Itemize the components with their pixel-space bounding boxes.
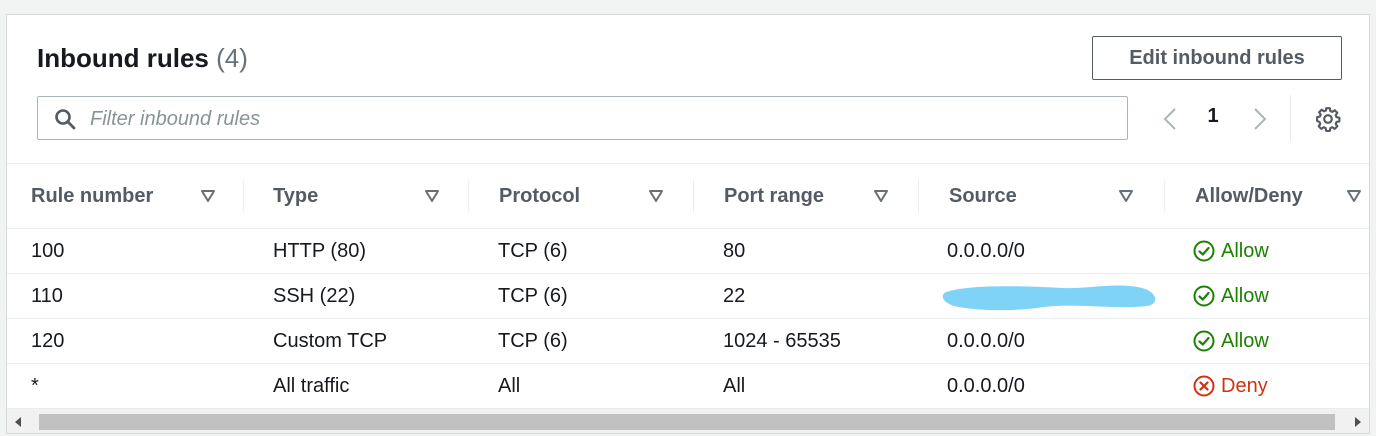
column-label: Source bbox=[949, 184, 1017, 207]
sort-down-icon bbox=[425, 190, 439, 202]
port-range-cell: All bbox=[723, 374, 746, 397]
source-cell: 0.0.0.0/0 bbox=[947, 239, 1025, 262]
type-cell: Custom TCP bbox=[273, 329, 388, 352]
previous-page-icon[interactable] bbox=[1159, 103, 1183, 135]
type-cell: HTTP (80) bbox=[273, 239, 366, 262]
column-divider bbox=[243, 180, 244, 212]
next-page-icon[interactable] bbox=[1247, 103, 1271, 135]
gear-icon[interactable] bbox=[1315, 106, 1341, 132]
title-text: Inbound rules bbox=[37, 43, 209, 73]
type-cell: All traffic bbox=[273, 374, 350, 397]
table-row[interactable]: 100 HTTP (80) TCP (6) 80 0.0.0.0/0 Allow bbox=[7, 229, 1369, 274]
source-cell: 0.0.0.0/0 bbox=[947, 374, 1025, 397]
column-divider bbox=[693, 180, 694, 212]
table-header: Rule number Type Protocol Port range Sou… bbox=[7, 163, 1369, 229]
column-label: Port range bbox=[724, 184, 825, 207]
horizontal-scrollbar[interactable] bbox=[7, 409, 1369, 433]
x-circle-icon bbox=[1193, 375, 1215, 397]
redaction-scribble bbox=[942, 285, 1156, 311]
port-range-cell: 1024 - 65535 bbox=[723, 329, 841, 352]
status-label: Allow bbox=[1221, 329, 1269, 352]
inbound-rules-panel: Inbound rules (4) Edit inbound rules 1 R… bbox=[6, 14, 1370, 434]
rule-count: (4) bbox=[216, 43, 248, 73]
column-divider bbox=[468, 180, 469, 212]
rule-number-cell: 120 bbox=[31, 329, 65, 352]
sort-down-icon bbox=[201, 190, 215, 202]
status-label: Allow bbox=[1221, 284, 1269, 307]
check-circle-icon bbox=[1193, 285, 1215, 307]
protocol-cell: TCP (6) bbox=[498, 329, 568, 352]
column-label: Allow/Deny bbox=[1195, 184, 1303, 207]
rule-number-cell: * bbox=[31, 374, 39, 397]
column-header-rule-number[interactable]: Rule number bbox=[31, 164, 221, 228]
column-divider bbox=[1164, 180, 1165, 212]
column-header-type[interactable]: Type bbox=[273, 164, 445, 228]
check-circle-icon bbox=[1193, 240, 1215, 262]
port-range-cell: 80 bbox=[723, 239, 746, 262]
sort-down-icon bbox=[649, 190, 663, 202]
column-label: Protocol bbox=[499, 184, 581, 207]
column-header-allow-deny[interactable]: Allow/Deny bbox=[1195, 164, 1365, 228]
rule-number-cell: 110 bbox=[31, 284, 63, 307]
column-divider bbox=[918, 180, 919, 212]
source-cell: 0.0.0.0/0 bbox=[947, 329, 1025, 352]
status-label: Allow bbox=[1221, 239, 1269, 262]
current-page-number[interactable]: 1 bbox=[1203, 105, 1223, 128]
sort-down-icon bbox=[1347, 190, 1361, 202]
rule-number-cell: 100 bbox=[31, 239, 65, 262]
column-header-protocol[interactable]: Protocol bbox=[499, 164, 669, 228]
scroll-right-icon[interactable] bbox=[1353, 416, 1363, 428]
status-label: Deny bbox=[1221, 374, 1268, 397]
allow-status: Allow bbox=[1193, 274, 1269, 318]
table-row[interactable]: 110 SSH (22) TCP (6) 22 Allow bbox=[7, 274, 1369, 319]
column-header-port-range[interactable]: Port range bbox=[724, 164, 894, 228]
type-cell: SSH (22) bbox=[273, 284, 356, 307]
check-circle-icon bbox=[1193, 330, 1215, 352]
table-row[interactable]: * All traffic All All 0.0.0.0/0 Deny bbox=[7, 364, 1369, 409]
divider bbox=[1290, 95, 1291, 141]
sort-down-icon bbox=[1119, 190, 1133, 202]
filter-field[interactable] bbox=[37, 96, 1128, 140]
protocol-cell: All bbox=[498, 374, 521, 397]
allow-status: Allow bbox=[1193, 229, 1269, 273]
scroll-left-icon[interactable] bbox=[13, 416, 23, 428]
column-label: Type bbox=[273, 184, 319, 207]
page-title: Inbound rules (4) bbox=[37, 43, 248, 74]
port-range-cell: 22 bbox=[723, 284, 746, 307]
deny-status: Deny bbox=[1193, 364, 1268, 408]
protocol-cell: TCP (6) bbox=[498, 239, 568, 262]
edit-inbound-rules-button[interactable]: Edit inbound rules bbox=[1092, 36, 1342, 80]
scrollbar-thumb[interactable] bbox=[39, 414, 1335, 430]
column-header-source[interactable]: Source bbox=[949, 164, 1139, 228]
column-label: Rule number bbox=[31, 184, 154, 207]
filter-input[interactable] bbox=[88, 103, 1112, 135]
allow-status: Allow bbox=[1193, 319, 1269, 363]
table-row[interactable]: 120 Custom TCP TCP (6) 1024 - 65535 0.0.… bbox=[7, 319, 1369, 364]
sort-down-icon bbox=[874, 190, 888, 202]
protocol-cell: TCP (6) bbox=[498, 284, 568, 307]
search-icon bbox=[55, 109, 76, 130]
